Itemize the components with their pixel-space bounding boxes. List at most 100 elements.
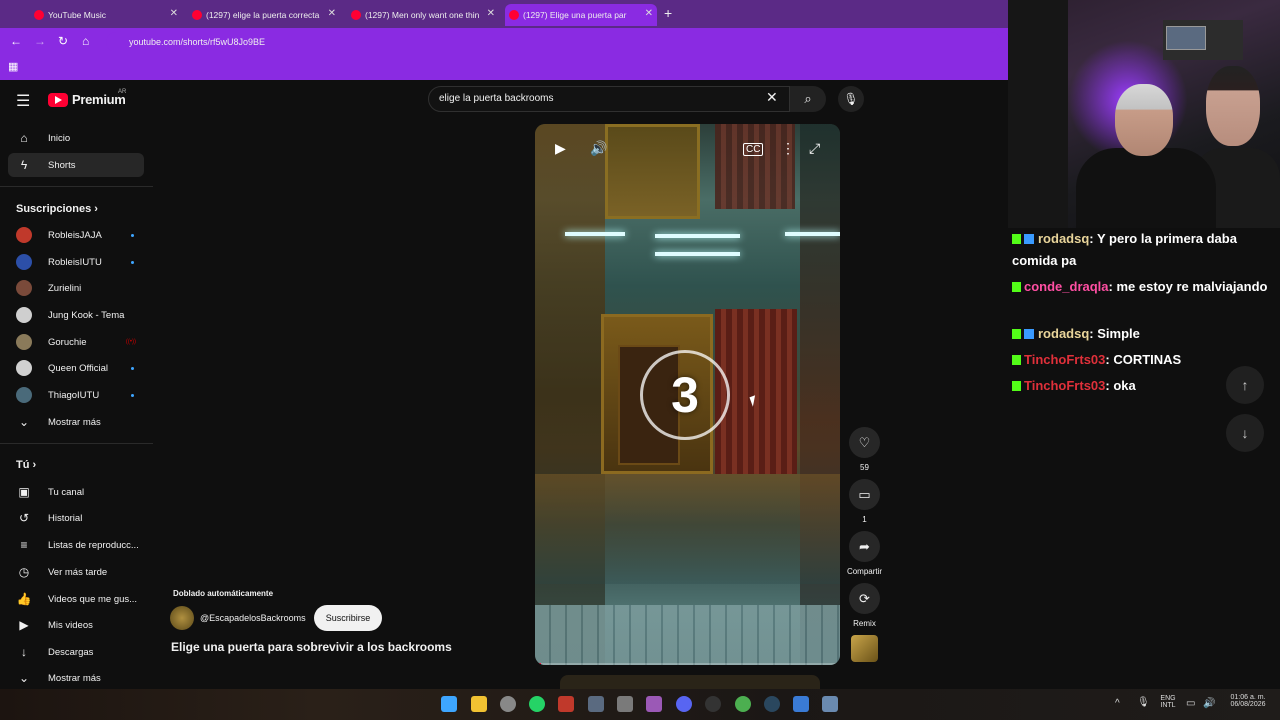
avatar[interactable] xyxy=(170,606,194,630)
country-code: AR xyxy=(118,89,127,95)
sidebar-item-sub[interactable]: RobleisIUTU xyxy=(8,250,144,274)
mic-icon: 🎙 xyxy=(843,92,859,106)
chat-username: TinchoFrts03 xyxy=(1024,378,1106,393)
volume-icon[interactable]: 🔊 xyxy=(1203,698,1215,709)
reload-icon[interactable]: ↻ xyxy=(58,34,68,48)
show-more-button[interactable]: ⌄ Mostrar más xyxy=(8,410,144,434)
channel-name[interactable]: @EscapadelosBackrooms xyxy=(200,613,306,623)
you-heading[interactable]: Tú › xyxy=(16,459,36,471)
sidebar-item-sub[interactable]: Jung Kook - Tema xyxy=(8,303,144,327)
whatsapp-icon[interactable] xyxy=(529,696,545,712)
show-more-button[interactable]: ⌄ Mostrar más xyxy=(8,666,144,690)
sidebar-item-label: Listas de reproducc... xyxy=(48,539,139,551)
remix-label: Remix xyxy=(853,619,876,628)
menu-icon[interactable]: ☰ xyxy=(16,91,30,111)
browser-tab[interactable]: YouTube Music ✕ xyxy=(30,4,182,26)
app-icon[interactable] xyxy=(822,696,838,712)
sidebar-item-sub[interactable]: RobleisJAJA xyxy=(8,223,144,247)
chat-text: : Simple xyxy=(1089,326,1140,341)
subscribe-button[interactable]: Suscribirse xyxy=(314,605,382,631)
back-icon[interactable]: ← xyxy=(10,34,22,48)
chevron-up-icon[interactable]: ^ xyxy=(1115,698,1120,709)
discord-icon[interactable] xyxy=(676,696,692,712)
app-icon[interactable] xyxy=(705,696,721,712)
url-input[interactable]: youtube.com/shorts/rf5wU8Jo9BE xyxy=(106,32,1001,52)
sidebar-item-sub[interactable]: Zurielini xyxy=(8,276,144,300)
app-icon[interactable] xyxy=(588,696,604,712)
sidebar-item-sub[interactable]: Goruchie ((•)) xyxy=(8,330,144,354)
obs-icon[interactable] xyxy=(500,696,516,712)
search-input[interactable]: elige la puerta backrooms xyxy=(428,86,790,112)
windows-start-icon[interactable] xyxy=(441,696,457,712)
sidebar-item-shorts[interactable]: ϟ Shorts xyxy=(8,153,144,177)
more-vert-icon[interactable]: ⋮ xyxy=(781,140,795,157)
sidebar-item-liked[interactable]: 👍 Videos que me gus... xyxy=(8,587,144,611)
file-explorer-icon[interactable] xyxy=(471,696,487,712)
voice-search-button[interactable]: 🎙 xyxy=(838,86,864,112)
close-icon[interactable]: ✕ xyxy=(645,8,653,19)
sidebar-item-tu-canal[interactable]: ▣ Tu canal xyxy=(8,480,144,504)
shorts-video-player[interactable]: 3 ▶ 🔊 CC ⋮ ⤢ xyxy=(535,124,840,665)
new-content-dot xyxy=(131,233,134,237)
browser-tab[interactable]: (1297) Men only want one thin ✕ xyxy=(347,4,499,26)
chrome-icon[interactable] xyxy=(735,696,751,712)
kick-badge-icon xyxy=(1012,355,1021,365)
steam-icon[interactable] xyxy=(764,696,780,712)
like-button[interactable]: ♡ xyxy=(849,427,880,458)
live-icon: ((•)) xyxy=(125,339,136,345)
chevron-right-icon: › xyxy=(32,459,37,471)
mic-icon[interactable]: 🎙 xyxy=(1137,697,1150,708)
clear-icon[interactable]: ✕ xyxy=(766,89,778,106)
home-icon[interactable]: ⌂ xyxy=(82,34,89,48)
new-tab-icon[interactable]: + xyxy=(664,5,672,21)
close-icon[interactable]: ✕ xyxy=(170,8,178,19)
kick-badge-icon xyxy=(1012,329,1021,339)
arrow-up-icon: ↑ xyxy=(1241,377,1249,393)
close-icon[interactable]: ✕ xyxy=(328,8,336,19)
scroll-up-button[interactable]: ↑ xyxy=(1226,366,1264,404)
browser-tab[interactable]: (1297) elige la puerta correcta ✕ xyxy=(188,4,340,26)
forward-icon[interactable]: → xyxy=(34,34,46,48)
avatar xyxy=(16,387,32,403)
sidebar-item-descargas[interactable]: ↓ Descargas xyxy=(8,640,144,664)
apps-icon[interactable]: ▦ xyxy=(8,60,18,73)
comment-button[interactable]: ▭ xyxy=(849,479,880,510)
next-short-preview[interactable] xyxy=(560,675,820,689)
sidebar-item-label: Mostrar más xyxy=(48,672,101,684)
sidebar-item-label: Descargas xyxy=(48,646,94,658)
sidebar-item-sub[interactable]: Queen Official xyxy=(8,356,144,380)
subscriptions-heading[interactable]: Suscripciones › xyxy=(16,203,98,215)
app-icon[interactable] xyxy=(646,696,662,712)
app-icon[interactable] xyxy=(793,696,809,712)
chat-message: TinchoFrts03: CORTINAS xyxy=(1012,349,1272,371)
language-indicator[interactable]: ENG INTL xyxy=(1156,695,1180,709)
sidebar-item-inicio[interactable]: ⌂ Inicio xyxy=(8,126,144,150)
play-icon[interactable]: ▶ xyxy=(555,140,566,157)
sound-thumbnail[interactable] xyxy=(851,635,878,662)
video-title[interactable]: Elige una puerta para sobrevivir a los b… xyxy=(171,640,452,654)
sidebar-item-sub[interactable]: ThiagoIUTU xyxy=(8,383,144,407)
remix-button[interactable]: ⟳ xyxy=(849,583,880,614)
tab-title: YouTube Music xyxy=(48,10,106,20)
sidebar-item-mis-videos[interactable]: ▶ Mis videos xyxy=(8,613,144,637)
search-button[interactable]: ⌕ xyxy=(790,86,826,112)
share-button[interactable]: ➦ xyxy=(849,531,880,562)
app-icon[interactable] xyxy=(558,696,574,712)
app-icon[interactable] xyxy=(617,696,633,712)
sidebar-item-label: Mostrar más xyxy=(48,416,101,428)
close-icon[interactable]: ✕ xyxy=(487,8,495,19)
video-scene xyxy=(605,124,700,219)
youtube-icon xyxy=(192,10,202,20)
sidebar-item-historial[interactable]: ↺ Historial xyxy=(8,506,144,530)
progress-bar[interactable] xyxy=(535,663,840,665)
network-icon[interactable]: ▭ xyxy=(1186,698,1195,709)
clock[interactable]: 01:06 a. m. 06/08/2026 xyxy=(1222,694,1274,708)
scroll-down-button[interactable]: ↓ xyxy=(1226,414,1264,452)
youtube-logo[interactable]: Premium AR xyxy=(48,89,127,107)
sidebar-item-listas[interactable]: ≡ Listas de reproducc... xyxy=(8,533,144,557)
volume-icon[interactable]: 🔊 xyxy=(590,140,607,157)
sidebar-item-ver-mas-tarde[interactable]: ◷ Ver más tarde xyxy=(8,560,144,584)
browser-tab-active[interactable]: (1297) Elige una puerta par ✕ xyxy=(505,4,657,26)
captions-icon[interactable]: CC xyxy=(743,143,764,156)
fullscreen-icon[interactable]: ⤢ xyxy=(809,140,820,157)
